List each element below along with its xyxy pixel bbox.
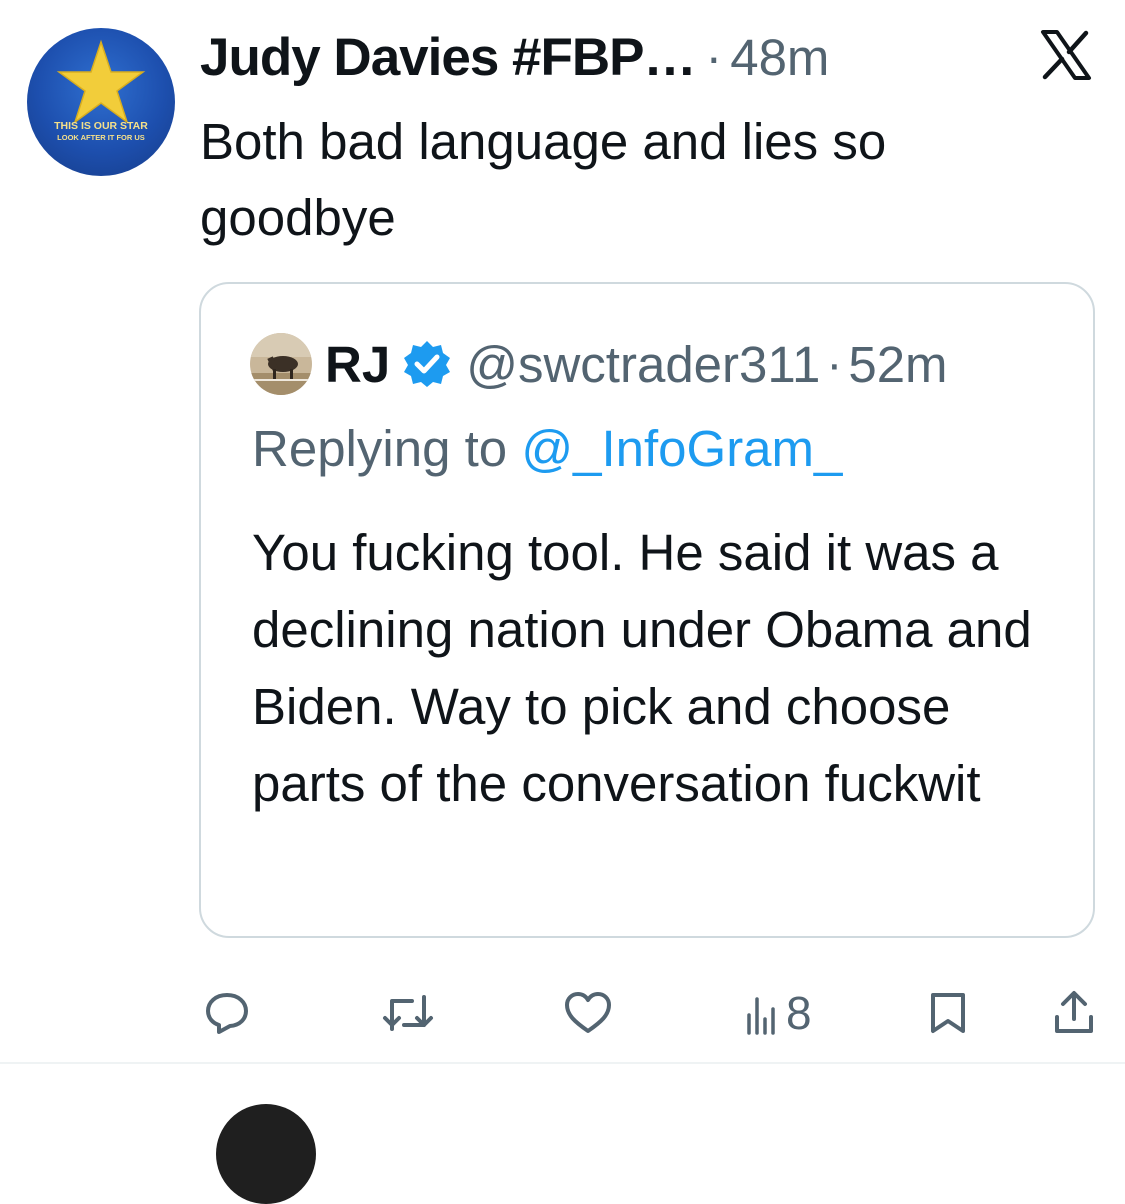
quoted-tweet-timestamp[interactable]: 52m — [848, 335, 947, 394]
avatar-caption-line2: LOOK AFTER IT FOR US — [57, 133, 145, 142]
verified-badge-icon — [404, 341, 451, 387]
replying-to-line: Replying to @_InfoGram_ — [252, 419, 842, 478]
replying-to-mention[interactable]: @_InfoGram_ — [521, 420, 842, 477]
tweet-timestamp[interactable]: 48m — [730, 28, 829, 87]
share-button[interactable] — [1052, 985, 1096, 1041]
header-separator: · — [705, 29, 723, 85]
reply-icon — [206, 993, 248, 1034]
quoted-author-name[interactable]: RJ — [325, 335, 390, 394]
views-icon — [747, 997, 775, 1035]
share-icon — [1055, 991, 1093, 1033]
author-name[interactable]: Judy Davies #FBP… — [200, 27, 697, 88]
reply-button[interactable] — [203, 985, 251, 1041]
bookmark-icon — [931, 993, 965, 1033]
x-logo-icon — [1041, 30, 1091, 80]
tweet-action-bar: 8 — [0, 985, 1125, 1041]
views-count: 8 — [786, 987, 812, 1039]
replying-to-prefix: Replying to — [252, 420, 522, 477]
tweet-text: Both bad language and lies so goodbye — [200, 113, 887, 246]
quoted-tweet-card[interactable]: RJ @swctrader311 · 52m Replying to @_Inf… — [199, 282, 1095, 938]
quoted-tweet-text: You fucking tool. He said it was a decli… — [252, 524, 1032, 812]
tweet-header: Judy Davies #FBP… · 48m — [200, 22, 829, 92]
quoted-author-avatar[interactable] — [250, 333, 312, 395]
views-button[interactable]: 8 — [746, 985, 812, 1041]
next-tweet-avatar[interactable] — [216, 1104, 316, 1204]
avatar-caption-line1: THIS IS OUR STAR — [54, 120, 148, 132]
like-icon — [565, 992, 611, 1033]
quoted-author-handle[interactable]: @swctrader311 — [466, 335, 820, 394]
quoted-header-separator: · — [826, 337, 843, 391]
tweet-divider — [0, 1062, 1125, 1064]
horse-photo-avatar-icon — [250, 333, 312, 395]
bookmark-button[interactable] — [928, 985, 968, 1041]
like-button[interactable] — [563, 985, 613, 1041]
retweet-icon — [383, 995, 433, 1031]
retweet-button[interactable] — [382, 985, 434, 1041]
author-avatar[interactable]: THIS IS OUR STAR LOOK AFTER IT FOR US — [27, 28, 175, 176]
avatar-caption: THIS IS OUR STAR LOOK AFTER IT FOR US — [27, 121, 175, 143]
quoted-tweet-header: RJ @swctrader311 · 52m — [325, 330, 948, 398]
blue-star-avatar-icon — [56, 39, 146, 124]
